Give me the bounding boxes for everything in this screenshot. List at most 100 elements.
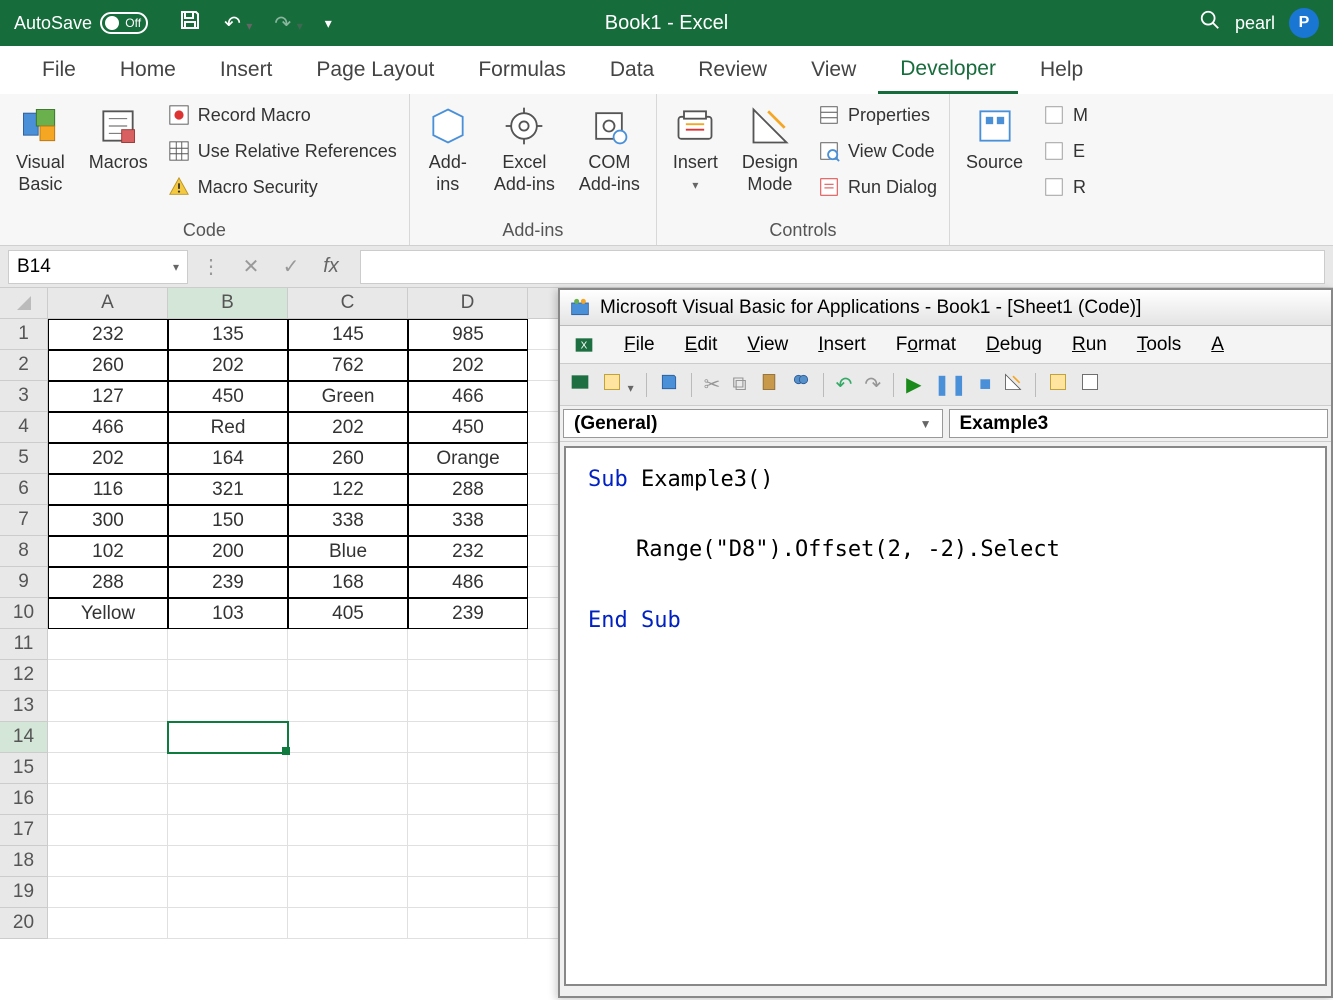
project-explorer-icon[interactable] <box>1048 372 1068 398</box>
design-mode-icon[interactable] <box>1003 372 1023 398</box>
cell-C7[interactable]: 338 <box>288 505 408 536</box>
cell-D3[interactable]: 466 <box>408 381 528 412</box>
vba-menu-run[interactable]: Run <box>1072 334 1107 356</box>
name-box[interactable]: B14 ▾ <box>8 250 188 284</box>
col-head-A[interactable]: A <box>48 288 168 319</box>
cell-D9[interactable]: 486 <box>408 567 528 598</box>
cell-A6[interactable]: 116 <box>48 474 168 505</box>
cell-C13[interactable] <box>288 691 408 722</box>
cell-A5[interactable]: 202 <box>48 443 168 474</box>
row-head-20[interactable]: 20 <box>0 908 48 939</box>
fx-icon[interactable]: fx <box>314 250 348 284</box>
cell-D20[interactable] <box>408 908 528 939</box>
properties-button[interactable]: Properties <box>816 100 939 130</box>
cell-A15[interactable] <box>48 753 168 784</box>
row-head-6[interactable]: 6 <box>0 474 48 505</box>
row-head-14[interactable]: 14 <box>0 722 48 753</box>
cell-B4[interactable]: Red <box>168 412 288 443</box>
cell-D15[interactable] <box>408 753 528 784</box>
qat-customize-icon[interactable]: ▾ <box>325 15 332 32</box>
cell-D6[interactable]: 288 <box>408 474 528 505</box>
cell-B5[interactable]: 164 <box>168 443 288 474</box>
row-head-19[interactable]: 19 <box>0 877 48 908</box>
row-head-15[interactable]: 15 <box>0 753 48 784</box>
cell-A10[interactable]: Yellow <box>48 598 168 629</box>
cell-C17[interactable] <box>288 815 408 846</box>
cancel-icon[interactable]: ✕ <box>234 250 268 284</box>
cell-C8[interactable]: Blue <box>288 536 408 567</box>
view-excel-icon[interactable] <box>570 372 590 398</box>
cell-D13[interactable] <box>408 691 528 722</box>
cell-B7[interactable]: 150 <box>168 505 288 536</box>
macros-button[interactable]: Macros <box>83 100 154 178</box>
vba-object-dropdown[interactable]: (General) ▼ <box>563 409 943 438</box>
vba-menu-insert[interactable]: Insert <box>818 334 866 356</box>
cell-B18[interactable] <box>168 846 288 877</box>
cell-B16[interactable] <box>168 784 288 815</box>
insert-control-button[interactable]: Insert ▾ <box>667 100 724 196</box>
cell-B1[interactable]: 135 <box>168 319 288 350</box>
save-icon[interactable] <box>659 372 679 398</box>
enter-icon[interactable]: ✓ <box>274 250 308 284</box>
cell-D8[interactable]: 232 <box>408 536 528 567</box>
row-head-12[interactable]: 12 <box>0 660 48 691</box>
cell-A11[interactable] <box>48 629 168 660</box>
row-head-2[interactable]: 2 <box>0 350 48 381</box>
cell-B17[interactable] <box>168 815 288 846</box>
avatar[interactable]: P <box>1289 8 1319 38</box>
cell-C11[interactable] <box>288 629 408 660</box>
row-head-11[interactable]: 11 <box>0 629 48 660</box>
reset-icon[interactable]: ■ <box>979 373 991 396</box>
map-properties-button[interactable]: M <box>1041 100 1090 130</box>
col-head-B[interactable]: B <box>168 288 288 319</box>
expansion-packs-button[interactable]: E <box>1041 136 1090 166</box>
cell-A4[interactable]: 466 <box>48 412 168 443</box>
cell-B6[interactable]: 321 <box>168 474 288 505</box>
cell-A16[interactable] <box>48 784 168 815</box>
vba-menu-debug[interactable]: Debug <box>986 334 1042 356</box>
autosave-toggle[interactable]: AutoSave Off <box>14 12 148 34</box>
row-head-4[interactable]: 4 <box>0 412 48 443</box>
cell-D11[interactable] <box>408 629 528 660</box>
properties-window-icon[interactable] <box>1080 372 1100 398</box>
row-head-17[interactable]: 17 <box>0 815 48 846</box>
undo-icon[interactable]: ↶ ▾ <box>224 11 252 36</box>
cell-A20[interactable] <box>48 908 168 939</box>
find-icon[interactable] <box>791 372 811 398</box>
vba-menu-format[interactable]: Format <box>896 334 956 356</box>
cell-D18[interactable] <box>408 846 528 877</box>
save-icon[interactable] <box>178 8 202 38</box>
vba-code-pane[interactable]: Sub Example3() Range("D8").Offset(2, -2)… <box>564 446 1327 986</box>
cell-C6[interactable]: 122 <box>288 474 408 505</box>
row-head-10[interactable]: 10 <box>0 598 48 629</box>
cell-A3[interactable]: 127 <box>48 381 168 412</box>
cell-C19[interactable] <box>288 877 408 908</box>
cell-A7[interactable]: 300 <box>48 505 168 536</box>
undo-icon[interactable]: ↶ <box>836 372 853 397</box>
excel-icon[interactable]: X <box>574 335 594 355</box>
col-head-C[interactable]: C <box>288 288 408 319</box>
cell-D14[interactable] <box>408 722 528 753</box>
tab-insert[interactable]: Insert <box>198 46 295 94</box>
cell-B15[interactable] <box>168 753 288 784</box>
run-icon[interactable]: ▶ <box>906 372 921 397</box>
cell-C5[interactable]: 260 <box>288 443 408 474</box>
tab-file[interactable]: File <box>20 46 98 94</box>
cell-A17[interactable] <box>48 815 168 846</box>
cell-C12[interactable] <box>288 660 408 691</box>
vba-menu-edit[interactable]: Edit <box>685 334 718 356</box>
vba-menu-view[interactable]: View <box>747 334 788 356</box>
cell-C9[interactable]: 168 <box>288 567 408 598</box>
row-head-3[interactable]: 3 <box>0 381 48 412</box>
use-relative-button[interactable]: Use Relative References <box>166 136 399 166</box>
select-all-corner[interactable] <box>0 288 48 319</box>
cell-B8[interactable]: 200 <box>168 536 288 567</box>
cut-icon[interactable]: ✂ <box>704 372 721 397</box>
cell-B9[interactable]: 239 <box>168 567 288 598</box>
source-button[interactable]: Source <box>960 100 1029 178</box>
row-head-18[interactable]: 18 <box>0 846 48 877</box>
cell-D1[interactable]: 985 <box>408 319 528 350</box>
cell-C15[interactable] <box>288 753 408 784</box>
visual-basic-button[interactable]: Visual Basic <box>10 100 71 199</box>
cell-C14[interactable] <box>288 722 408 753</box>
